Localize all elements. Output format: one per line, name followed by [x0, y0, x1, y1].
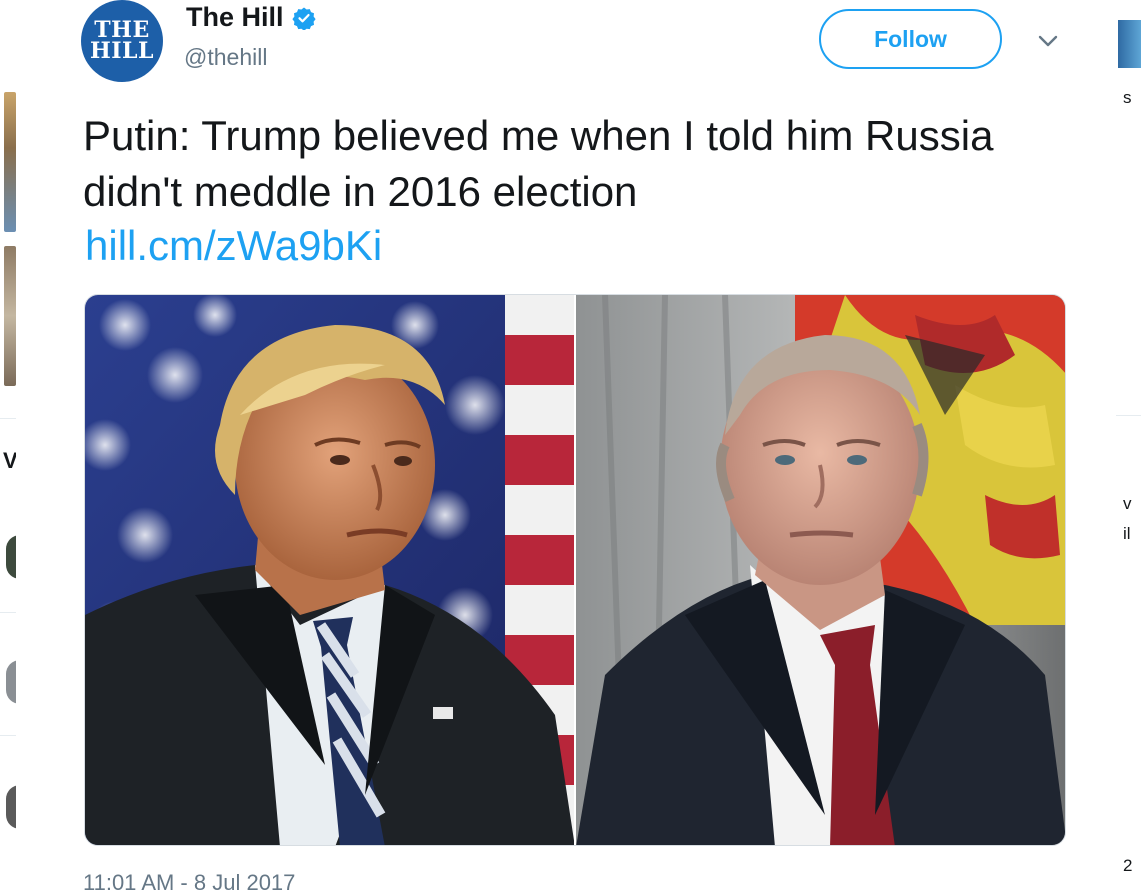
- divider: [0, 418, 16, 419]
- display-name[interactable]: The Hill: [186, 2, 284, 33]
- tweet-link[interactable]: hill.cm/zWa9bKi: [85, 222, 382, 270]
- avatar-text: HILL: [89, 38, 154, 64]
- background-text: il: [1123, 524, 1131, 543]
- tweet-card: THE HILL The Hill @thehill Follow Putin:…: [16, 0, 1116, 891]
- chevron-down-icon[interactable]: [1033, 26, 1063, 56]
- background-thumbnail[interactable]: [1118, 20, 1141, 68]
- background-left-strip: V: [0, 0, 20, 891]
- divider: [1116, 415, 1141, 416]
- tweet-timestamp[interactable]: 11:01 AM - 8 Jul 2017: [83, 870, 295, 891]
- background-text: 2: [1123, 856, 1133, 875]
- follow-button[interactable]: Follow: [819, 9, 1002, 69]
- background-thumbnail[interactable]: [4, 246, 16, 386]
- background-text: s: [1123, 88, 1132, 107]
- right-photo: [576, 295, 1065, 845]
- tweet-media[interactable]: [84, 294, 1066, 846]
- verified-badge-icon: [291, 6, 316, 31]
- avatar[interactable]: THE HILL: [81, 0, 163, 82]
- background-right-strip: s v il 2: [1116, 0, 1141, 891]
- divider: [0, 612, 16, 613]
- author-handle[interactable]: @thehill: [184, 44, 267, 71]
- tweet-text: Putin: Trump believed me when I told him…: [83, 112, 994, 215]
- author-name-row: The Hill: [186, 2, 316, 33]
- background-thumbnail[interactable]: [4, 92, 16, 232]
- divider: [0, 735, 16, 736]
- page: V s v il 2 THE HILL The Hill @thehill Fo…: [0, 0, 1141, 891]
- background-text: v: [1123, 494, 1132, 513]
- left-photo: [85, 295, 575, 845]
